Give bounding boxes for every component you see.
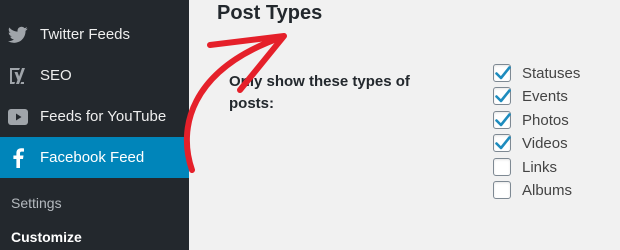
option-label: Videos	[522, 134, 568, 152]
facebook-f-icon	[8, 147, 28, 168]
option-label: Events	[522, 87, 568, 105]
albums-checkbox[interactable]	[493, 181, 511, 199]
twitter-bird-icon	[8, 25, 28, 45]
yoast-icon	[8, 66, 28, 86]
section-title: Post Types	[217, 2, 323, 24]
checkmark-icon	[495, 136, 511, 150]
statuses-checkbox[interactable]	[493, 64, 511, 82]
links-checkbox[interactable]	[493, 158, 511, 176]
sidebar-item-label: Feeds for YouTube	[40, 108, 167, 125]
sidebar-item-feeds-for-youtube[interactable]: Feeds for YouTube	[0, 96, 189, 137]
option-videos[interactable]: Videos	[493, 133, 568, 153]
option-photos[interactable]: Photos	[493, 110, 569, 130]
option-events[interactable]: Events	[493, 86, 568, 106]
sidebar-item-label: Facebook Feed	[40, 149, 145, 166]
checkmark-icon	[495, 89, 511, 103]
admin-sidebar: Twitter Feeds SEO Feeds for YouTube Face…	[0, 0, 189, 250]
sidebar-item-seo[interactable]: SEO	[0, 55, 189, 96]
sidebar-item-twitter-feeds[interactable]: Twitter Feeds	[0, 14, 189, 55]
option-statuses[interactable]: Statuses	[493, 63, 580, 83]
sidebar-item-facebook-feed[interactable]: Facebook Feed	[0, 137, 189, 178]
option-label: Photos	[522, 111, 569, 129]
post-types-label: Only show these types of posts:	[229, 73, 410, 112]
sidebar-item-label: Twitter Feeds	[40, 26, 131, 43]
checkmark-icon	[495, 113, 511, 127]
option-albums[interactable]: Albums	[493, 180, 572, 200]
events-checkbox[interactable]	[493, 87, 511, 105]
checkmark-icon	[495, 66, 511, 80]
submenu-item-settings[interactable]: Settings	[11, 195, 62, 211]
option-label: Links	[522, 158, 558, 176]
youtube-play-icon	[8, 107, 28, 127]
option-links[interactable]: Links	[493, 157, 557, 177]
videos-checkbox[interactable]	[493, 134, 511, 152]
option-label: Albums	[522, 181, 573, 199]
option-label: Statuses	[522, 64, 581, 82]
sidebar-item-label: SEO	[40, 67, 72, 84]
photos-checkbox[interactable]	[493, 111, 511, 129]
submenu-item-customize[interactable]: Customize	[11, 229, 82, 245]
settings-panel: Post Types Only show these types of post…	[189, 0, 620, 250]
